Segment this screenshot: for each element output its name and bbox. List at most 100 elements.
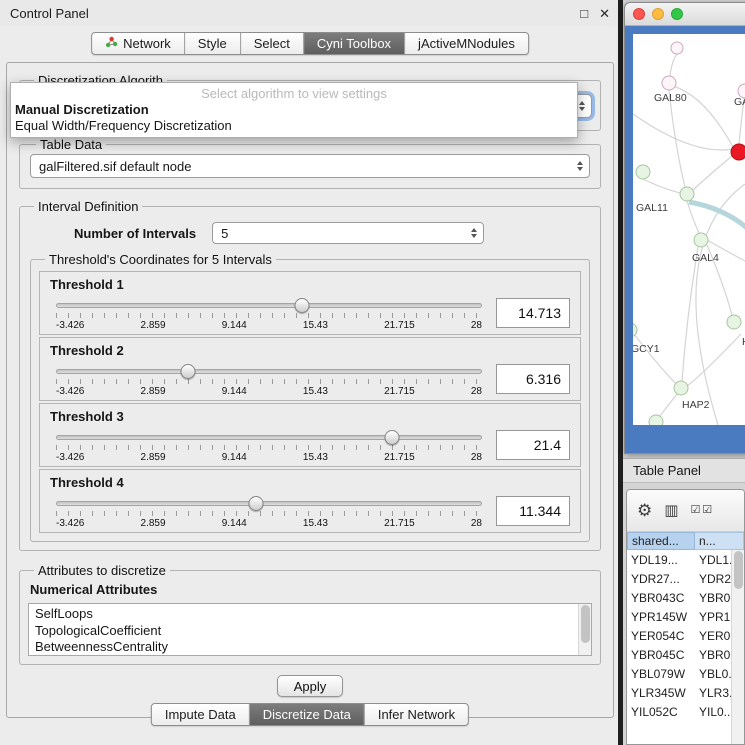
table-row[interactable]: YBR043CYBR0... [627,588,744,607]
network-node[interactable] [674,381,688,395]
network-edge [634,334,676,384]
thresholds-group: Threshold's Coordinates for 5 Intervals … [30,252,590,542]
node-label: GAL80 [654,92,687,104]
scrollbar-thumb[interactable] [734,551,743,589]
columns-icon[interactable]: ▥ [664,503,678,518]
network-edge [633,114,733,150]
slider-thumb[interactable] [249,496,264,511]
apply-row: Apply [7,675,613,697]
scrollbar-thumb[interactable] [581,605,590,643]
table-row[interactable]: YPR145WYPR1... [627,607,744,626]
table-row[interactable]: YBL079WYBL0... [627,664,744,683]
network-canvas[interactable]: GAL80GAGAL11GAL4GCY1HHAP2 [633,34,745,425]
select-columns-icon[interactable]: ☑☑ [690,505,714,516]
threshold-slider[interactable]: -3.4262.8599.14415.4321.71528 [56,426,482,463]
threshold-value-input[interactable] [496,430,570,460]
slider-track[interactable] [56,435,482,440]
control-panel-window: Control Panel □ ✕ NetworkStyleSelect Cyni… [0,0,620,745]
numerical-attributes-list[interactable]: SelfLoopsTopologicalCoefficientBetweenne… [28,603,592,656]
network-node[interactable] [649,415,663,425]
threshold-slider[interactable]: -3.4262.8599.14415.4321.71528 [56,360,482,397]
network-edge [660,394,677,416]
float-window-icon[interactable]: □ [580,7,588,20]
tab-label: jActiveMNodules [418,36,515,51]
list-scrollbar[interactable] [578,604,591,655]
network-node[interactable] [680,187,694,201]
network-node[interactable] [662,76,676,90]
scale-label: 28 [471,386,482,397]
tab-impute-data[interactable]: Impute Data [152,704,250,725]
close-button[interactable] [633,8,645,20]
node-label: GA [734,96,745,108]
table-row[interactable]: YDR27...YDR2... [627,569,744,588]
scale-label: 2.859 [141,518,166,529]
interval-definition-group-title: Interval Definition [34,199,142,214]
threshold-slider[interactable]: -3.4262.8599.14415.4321.71528 [56,294,482,331]
threshold-value-input[interactable] [496,364,570,394]
tab-cyni-toolbox[interactable]: Cyni Toolbox [304,33,405,54]
tab-label: Impute Data [165,707,236,722]
scale-label: 28 [471,320,482,331]
threshold-label: Threshold 3 [50,409,570,424]
network-window-titlebar[interactable] [625,3,745,26]
table-row[interactable]: YLR345WYLR3... [627,683,744,702]
minimize-button[interactable] [652,8,664,20]
list-item[interactable]: SelfLoops [35,606,575,623]
table-scrollbar[interactable] [731,550,744,744]
slider-thumb[interactable] [384,430,399,445]
table-row[interactable]: YDL19...YDL1... [627,550,744,569]
tab-style[interactable]: Style [185,33,241,54]
column-header-name[interactable]: n... [695,532,744,550]
tab-infer-network[interactable]: Infer Network [365,704,468,725]
dropdown-prompt: Select algorithm to view settings [11,85,577,102]
table-row[interactable]: YIL052CYIL0... [627,702,744,721]
list-item[interactable]: TopologicalCoefficient [35,623,575,640]
network-node[interactable] [671,42,683,54]
table-data-combobox[interactable]: galFiltered.sif default node [30,154,590,178]
zoom-button[interactable] [671,8,683,20]
gear-icon[interactable]: ⚙ [637,502,652,519]
network-node[interactable] [731,144,745,160]
threshold-slider[interactable]: -3.4262.8599.14415.4321.71528 [56,492,482,529]
list-item[interactable]: BetweennessCentrality [35,639,575,656]
threshold-value-input[interactable] [496,496,570,526]
network-window: GAL80GAGAL11GAL4GCY1HHAP2 [624,2,745,454]
close-window-icon[interactable]: ✕ [599,7,610,20]
tab-network[interactable]: Network [92,33,185,54]
tab-label: Infer Network [378,707,455,722]
slider-track[interactable] [56,369,482,374]
network-edge [682,247,698,381]
table-row[interactable]: YBR045CYBR0... [627,645,744,664]
network-node[interactable] [727,315,741,329]
column-header-shared-name[interactable]: shared... [627,532,695,550]
dropdown-item[interactable]: Manual Discretization [11,102,577,118]
algorithm-dropdown-list: Manual DiscretizationEqual Width/Frequen… [11,102,577,134]
tab-discretize-data[interactable]: Discretize Data [250,704,365,725]
tab-jactivemnodules[interactable]: jActiveMNodules [405,33,528,54]
network-node[interactable] [694,233,708,247]
numerical-attributes-label: Numerical Attributes [30,582,592,597]
threshold-value-input[interactable] [496,298,570,328]
dropdown-item[interactable]: Equal Width/Frequency Discretization [11,118,577,134]
network-node[interactable] [633,323,637,337]
threshold-row: Threshold 2-3.4262.8599.14415.4321.71528 [39,337,581,401]
number-of-intervals-combobox[interactable]: 5 [212,222,484,244]
slider-thumb[interactable] [294,298,309,313]
table-panel-title: Table Panel [633,463,701,478]
tab-select[interactable]: Select [241,33,304,54]
network-node[interactable] [636,165,650,179]
slider-thumb[interactable] [181,364,196,379]
table-cell: YBR045C [627,648,695,662]
threshold-list: Threshold 1-3.4262.8599.14415.4321.71528… [39,271,581,533]
table-data-group: Table Data galFiltered.sif default node [19,137,601,189]
scale-label: 21.715 [384,320,415,331]
slider-scale: -3.4262.8599.14415.4321.71528 [56,452,482,463]
tab-label: Cyni Toolbox [317,36,391,51]
slider-track[interactable] [56,501,482,506]
table-row[interactable]: YER054CYER0... [627,626,744,645]
apply-button[interactable]: Apply [277,675,343,697]
slider-track[interactable] [56,303,482,308]
control-panel-titlebar[interactable]: Control Panel □ ✕ [0,0,620,26]
threshold-main: -3.4262.8599.14415.4321.71528 [50,492,570,529]
table-cell: YLR345W [627,686,695,700]
